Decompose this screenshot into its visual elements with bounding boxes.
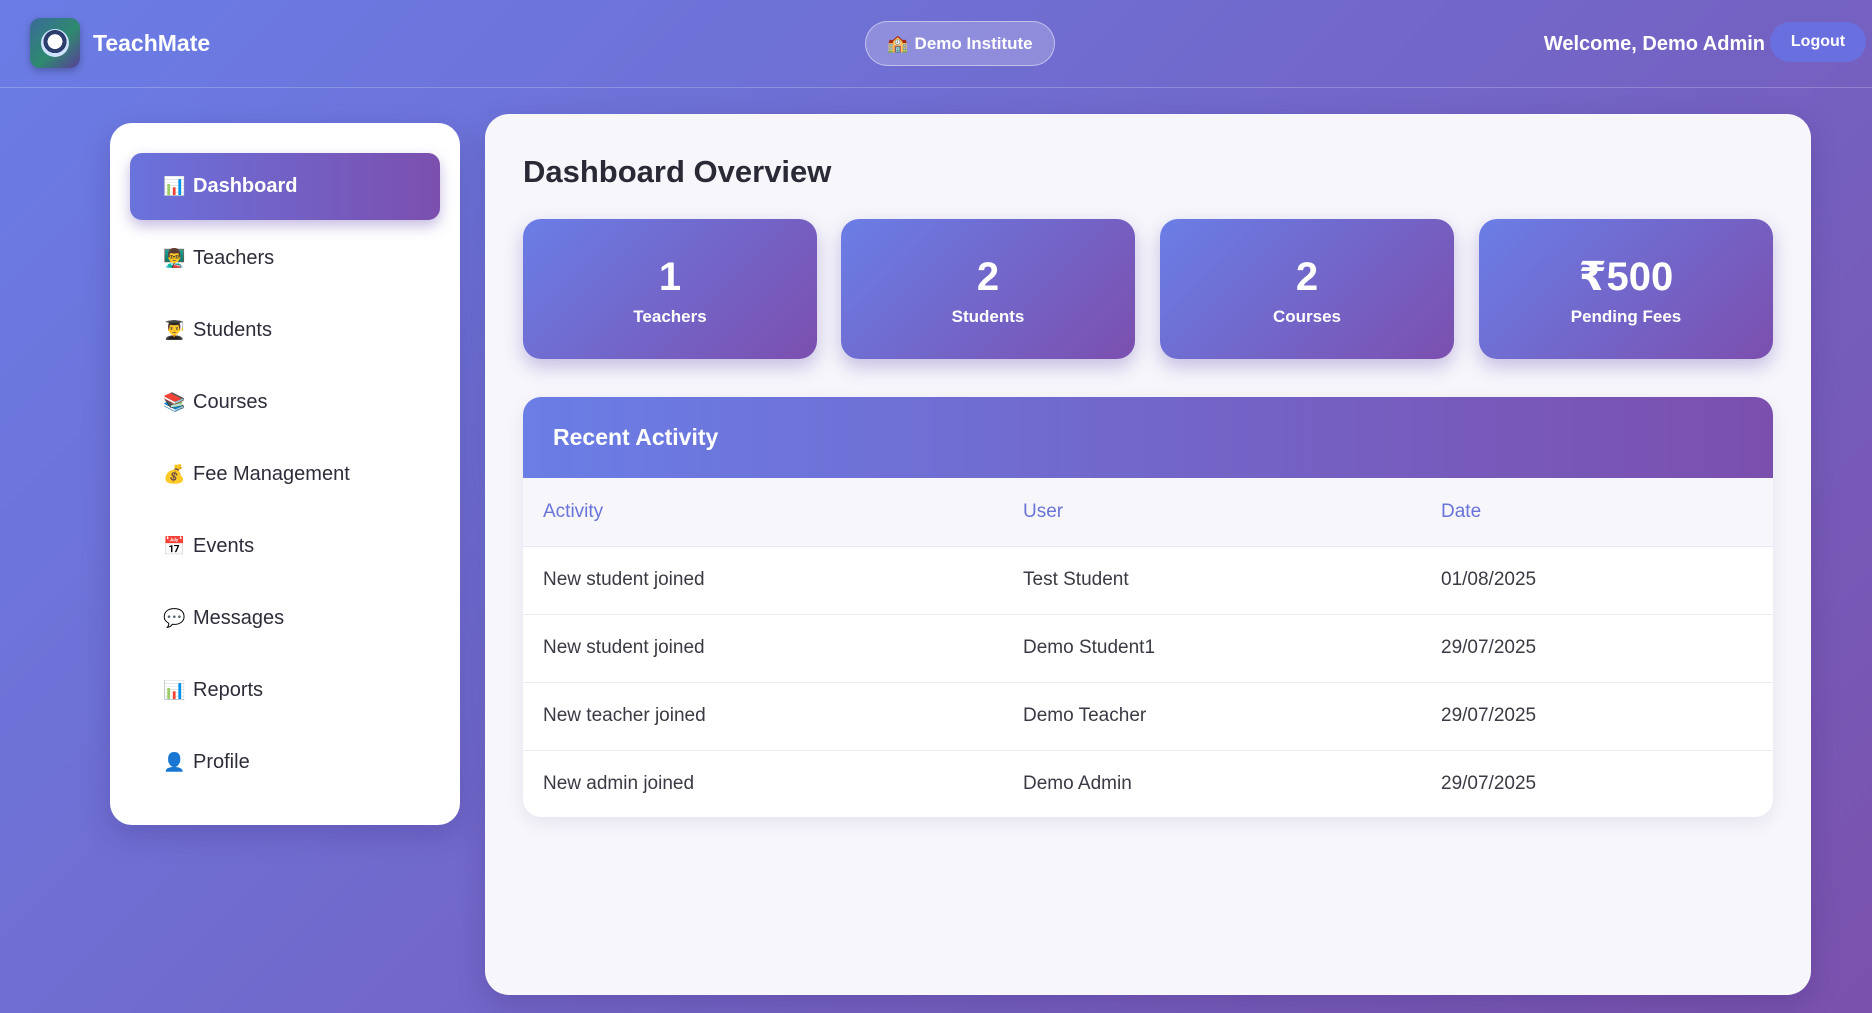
- table-header-row: Activity User Date: [523, 478, 1773, 547]
- sidebar-item-label: Fee Management: [193, 463, 350, 485]
- column-header-activity: Activity: [523, 478, 1023, 547]
- stat-value: ₹500: [1578, 255, 1674, 299]
- stat-label: Students: [951, 307, 1025, 326]
- user-cell: Demo Admin: [1023, 773, 1132, 795]
- bar-chart-icon: 📊: [163, 176, 186, 196]
- user-cell: Demo Teacher: [1023, 682, 1441, 751]
- table-row: New student joined Demo Student1 29/07/2…: [523, 614, 1773, 683]
- sidebar-item-label: Teachers: [193, 247, 275, 269]
- money-bag-icon: 💰: [163, 464, 186, 484]
- column-header-date: Date: [1441, 478, 1773, 547]
- sidebar-item-courses[interactable]: 📚 Courses: [130, 369, 440, 436]
- top-navbar: TeachMate 🏫 Demo Institute Welcome, Demo…: [0, 0, 1872, 88]
- date-cell: 29/07/2025: [1441, 682, 1773, 751]
- sidebar: 📊 Dashboard 👨‍🏫 Teachers 👨‍🎓 Students 📚 …: [110, 123, 460, 825]
- app-logo-icon: [30, 18, 80, 68]
- sidebar-item-events[interactable]: 📅 Events: [130, 513, 440, 580]
- table-row: New teacher joined Demo Teacher 29/07/20…: [523, 682, 1773, 751]
- page-title: Dashboard Overview: [523, 154, 832, 189]
- stat-card-students[interactable]: 2 Students: [841, 219, 1135, 359]
- user-cell: Test Student: [1023, 546, 1441, 615]
- column-header-user: User: [1023, 478, 1441, 547]
- stat-value: 1: [658, 255, 682, 299]
- sidebar-item-label: Messages: [193, 607, 285, 629]
- user-icon: 👤: [163, 752, 186, 772]
- recent-activity-title: Recent Activity: [523, 397, 1773, 478]
- calendar-icon: 📅: [163, 536, 186, 556]
- app-name: TeachMate: [93, 29, 211, 56]
- welcome-text: Welcome, Demo Admin: [1543, 33, 1765, 55]
- sidebar-item-label: Dashboard: [193, 175, 298, 197]
- activity-cell: New student joined: [523, 546, 1023, 615]
- stat-label: Teachers: [633, 307, 707, 326]
- logout-button[interactable]: Logout: [1770, 22, 1866, 62]
- activity-cell: New admin joined: [543, 773, 695, 795]
- activity-cell: New student joined: [523, 614, 1023, 683]
- stat-card-pending-fees[interactable]: ₹500 Pending Fees: [1479, 219, 1773, 359]
- stat-card-teachers[interactable]: 1 Teachers: [523, 219, 817, 359]
- sidebar-item-messages[interactable]: 💬 Messages: [130, 585, 440, 652]
- stat-label: Pending Fees: [1570, 307, 1682, 326]
- sidebar-item-dashboard[interactable]: 📊 Dashboard: [130, 153, 440, 220]
- speech-bubble-icon: 💬: [163, 608, 186, 628]
- stats-row: 1 Teachers 2 Students 2 Courses ₹500 Pen…: [523, 219, 1773, 359]
- institute-name: Demo Institute: [914, 33, 1033, 53]
- user-cell: Demo Student1: [1023, 614, 1441, 683]
- sidebar-item-label: Reports: [193, 679, 264, 701]
- student-icon: 👨‍🎓: [163, 320, 186, 340]
- stat-value: 2: [976, 255, 1000, 299]
- sidebar-item-profile[interactable]: 👤 Profile: [130, 729, 440, 796]
- table-row: New student joined Test Student 01/08/20…: [523, 546, 1773, 615]
- stat-label: Courses: [1272, 307, 1342, 326]
- sidebar-item-fee-management[interactable]: 💰 Fee Management: [130, 441, 440, 508]
- teacher-icon: 👨‍🏫: [163, 248, 186, 268]
- sidebar-item-label: Events: [193, 535, 255, 557]
- activity-cell: New teacher joined: [523, 682, 1023, 751]
- sidebar-item-students[interactable]: 👨‍🎓 Students: [130, 297, 440, 364]
- sidebar-item-label: Students: [193, 319, 272, 341]
- stat-card-courses[interactable]: 2 Courses: [1160, 219, 1454, 359]
- sidebar-item-label: Courses: [193, 391, 268, 413]
- stat-value: 2: [1295, 255, 1319, 299]
- bar-chart-icon: 📊: [163, 680, 186, 700]
- books-icon: 📚: [163, 392, 186, 412]
- table-row: New admin joined Demo Admin 29/07/2025: [523, 750, 1773, 817]
- activity-table: Activity User Date New student joined Te…: [523, 478, 1773, 817]
- date-cell: 01/08/2025: [1441, 546, 1773, 615]
- sidebar-item-teachers[interactable]: 👨‍🏫 Teachers: [130, 225, 440, 292]
- school-icon: 🏫: [887, 33, 909, 53]
- sidebar-item-reports[interactable]: 📊 Reports: [130, 657, 440, 724]
- main-panel: Dashboard Overview 1 Teachers 2 Students…: [485, 114, 1811, 995]
- recent-activity-card: Recent Activity Activity User Date New s…: [523, 397, 1773, 817]
- brand[interactable]: TeachMate: [30, 18, 210, 68]
- date-cell: 29/07/2025: [1441, 614, 1773, 683]
- institute-badge[interactable]: 🏫 Demo Institute: [865, 21, 1055, 66]
- sidebar-item-label: Profile: [193, 751, 250, 773]
- date-cell: 29/07/2025: [1441, 773, 1537, 795]
